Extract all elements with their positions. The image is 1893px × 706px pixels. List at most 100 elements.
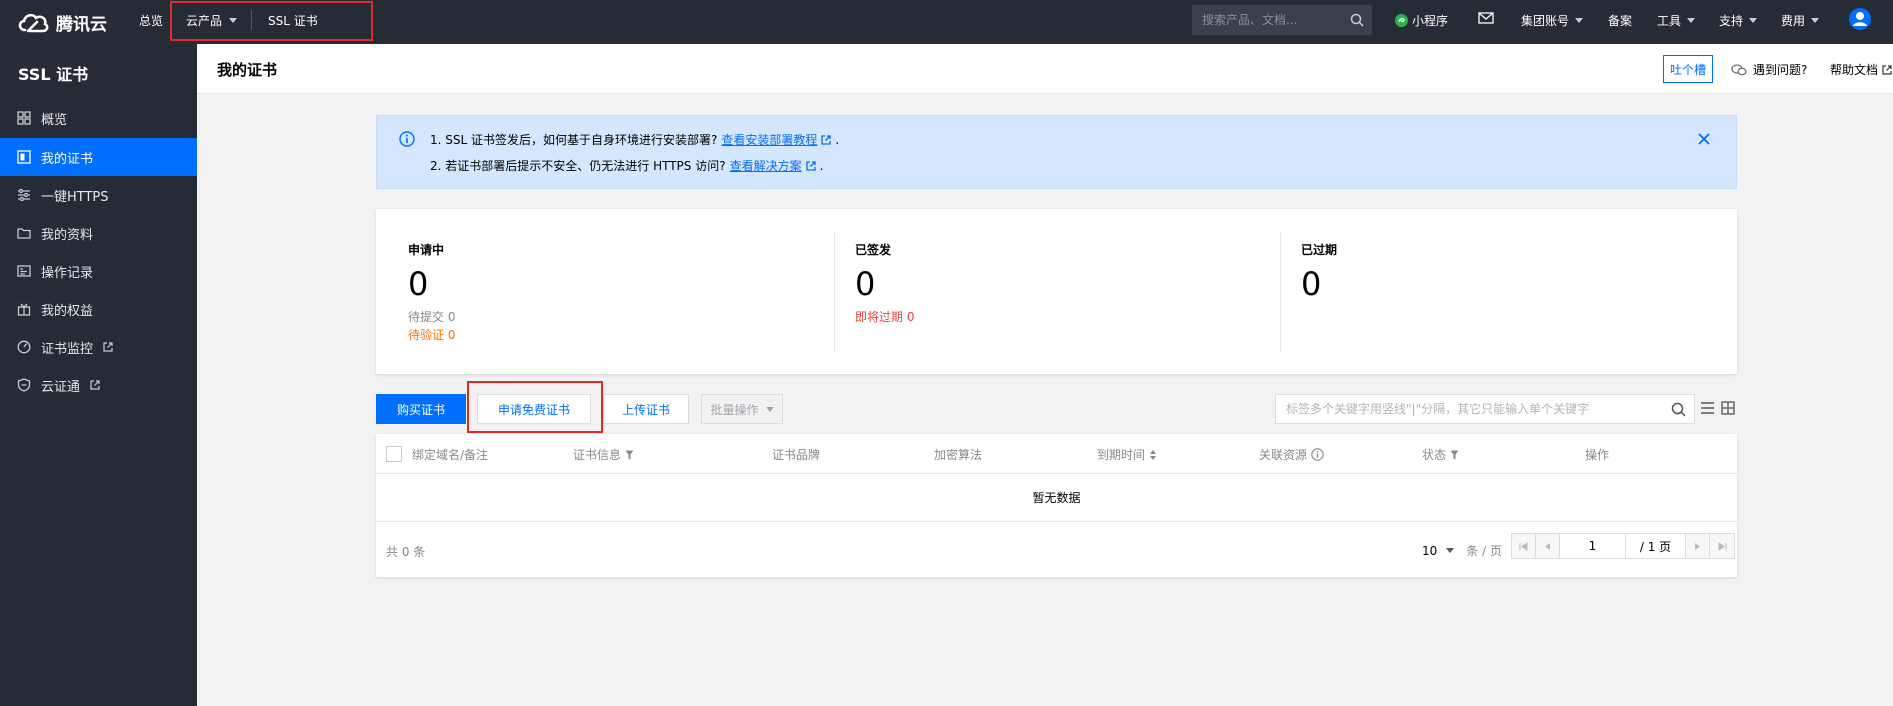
search-icon[interactable] [1350,13,1364,27]
page-size-value: 10 [1422,543,1438,558]
filter-icon[interactable] [1450,450,1459,460]
nav-tools[interactable]: 工具 [1657,12,1696,29]
install-tutorial-link[interactable]: 查看安装部署教程 [721,131,817,148]
help-doc-link[interactable]: 帮助文档 [1830,61,1892,78]
sidebar-item-label: 云证通 [41,379,81,395]
column-label: 状态 [1422,448,1447,462]
cloud-logo-icon [18,13,49,33]
nav-miniprogram-label: 小程序 [1412,14,1449,28]
sidebar-item-my-certificates[interactable]: 我的证书 [0,138,197,176]
stat-applying: 申请中 0 待提交 0 待验证 0 [376,209,829,374]
mail-icon[interactable] [1478,11,1494,25]
brand-logo[interactable]: 腾讯云 [16,8,107,36]
external-link-icon[interactable] [821,134,832,145]
nav-group-account-label: 集团账号 [1521,14,1570,28]
miniprogram-icon [1395,14,1408,27]
page-header: 我的证书 吐个槽 遇到问题? 帮助文档 [197,44,1893,94]
column-expiry[interactable]: 到期时间 [1097,446,1157,463]
nav-billing[interactable]: 费用 [1781,12,1820,29]
sidebar-item-operation-log[interactable]: 操作记录 [0,252,197,290]
last-page-button[interactable] [1710,534,1734,558]
top-search-input[interactable] [1192,5,1342,35]
nav-filing[interactable]: 备案 [1608,12,1632,29]
next-page-button[interactable] [1686,534,1710,558]
notice-line-2: 2. 若证书部署后提示不安全、仍无法进行 HTTPS 访问? 查看解决方案 . [430,157,823,174]
nav-overview[interactable]: 总览 [139,12,163,29]
notice-dot: . [819,158,824,173]
external-link-icon[interactable] [805,160,816,171]
notice-dot: . [835,132,840,147]
sidebar-item-label: 证书监控 [41,341,94,357]
column-label: 加密算法 [934,448,983,462]
stat-issued-label: 已签发 [855,243,892,257]
log-icon [17,265,31,277]
stat-applying-label: 申请中 [408,243,445,257]
stat-expiring-soon[interactable]: 即将过期 0 [855,308,914,325]
folder-icon [17,228,31,239]
table-footer: 共 0 条 10 条 / 页 / 1 页 [376,522,1737,577]
column-actions: 操作 [1585,446,1609,463]
chevron-down-icon [1687,18,1696,23]
info-notice-banner: 1. SSL 证书签发后，如何基于自身环境进行安装部署? 查看安装部署教程 . … [376,115,1737,189]
column-brand: 证书品牌 [772,446,820,463]
table-empty-message: 暂无数据 [376,474,1737,522]
sort-icon[interactable] [1149,449,1157,461]
search-icon[interactable] [1671,402,1686,417]
list-view-icon[interactable] [1700,401,1715,415]
sidebar-item-cloud-cert[interactable]: 云证通 [0,366,197,404]
feedback-button[interactable]: 吐个槽 [1663,55,1713,83]
chevron-down-icon [1446,548,1455,553]
select-all-checkbox[interactable] [386,446,402,462]
help-doc-label: 帮助文档 [1830,63,1879,77]
column-status: 状态 [1422,446,1459,463]
nav-products-label: 云产品 [186,14,223,28]
solution-link[interactable]: 查看解决方案 [730,157,802,174]
page-number-input[interactable] [1560,534,1626,558]
notice-text-1: 1. SSL 证书签发后，如何基于自身环境进行安装部署? [430,133,718,147]
prev-page-button[interactable] [1536,534,1560,558]
column-label: 到期时间 [1097,448,1146,462]
certificate-search-input[interactable] [1276,395,1656,423]
sidebar-item-label: 我的证书 [41,151,94,167]
buy-certificate-button[interactable]: 购买证书 [376,394,466,424]
sidebar-item-one-click-https[interactable]: 一键HTTPS [0,176,197,214]
sidebar-item-cert-monitor[interactable]: 证书监控 [0,328,197,366]
sidebar-item-overview[interactable]: 概览 [0,99,197,137]
stat-expired-value: 0 [1301,265,1322,303]
upload-certificate-button[interactable]: 上传证书 [603,394,689,424]
table-header: 绑定域名/备注 证书信息 证书品牌 加密算法 到期时间 关联资源 状态 操作 [376,434,1737,474]
nav-support[interactable]: 支持 [1719,12,1758,29]
notice-text-2: 2. 若证书部署后提示不安全、仍无法进行 HTTPS 访问? [430,159,726,173]
grid-view-icon[interactable] [1721,401,1735,415]
page-title: 我的证书 [217,61,278,79]
sidebar-item-label: 一键HTTPS [41,189,109,205]
stat-expired: 已过期 0 [1269,209,1722,374]
sidebar-item-my-benefits[interactable]: 我的权益 [0,290,197,328]
sidebar-item-my-info[interactable]: 我的资料 [0,214,197,252]
certificate-stats-panel: 申请中 0 待提交 0 待验证 0 已签发 0 即将过期 0 已过期 0 [376,209,1737,374]
top-nav-bar: 腾讯云 总览 云产品 SSL 证书 小程序 集团账号 备案 工具 支持 费用 [0,0,1893,44]
page-size-select[interactable]: 10 条 / 页 [1422,542,1502,559]
filter-icon[interactable] [625,450,634,460]
nav-products-dropdown[interactable]: 云产品 [186,12,238,29]
stat-pending-verify[interactable]: 待验证 0 [408,326,455,343]
help-question-link[interactable]: 遇到问题? [1731,61,1807,78]
first-page-button[interactable] [1512,534,1536,558]
column-algorithm: 加密算法 [934,446,982,463]
apply-free-certificate-button[interactable]: 申请免费证书 [477,394,591,424]
nav-ssl-certificate[interactable]: SSL 证书 [268,12,318,29]
column-resources: 关联资源 [1259,446,1324,463]
stat-issued: 已签发 0 即将过期 0 [823,209,1276,374]
column-label: 证书品牌 [772,448,821,462]
batch-operation-dropdown[interactable]: 批量操作 [701,394,783,424]
info-icon [399,131,415,147]
chevron-down-icon [1749,18,1758,23]
avatar[interactable] [1848,7,1872,31]
nav-miniprogram[interactable]: 小程序 [1394,12,1448,29]
nav-group-account[interactable]: 集团账号 [1521,12,1584,29]
certificate-search-box [1275,394,1695,424]
gift-icon [17,303,31,316]
info-icon[interactable] [1311,448,1324,461]
close-icon[interactable] [1698,133,1710,145]
chat-bubble-icon [1731,63,1747,75]
